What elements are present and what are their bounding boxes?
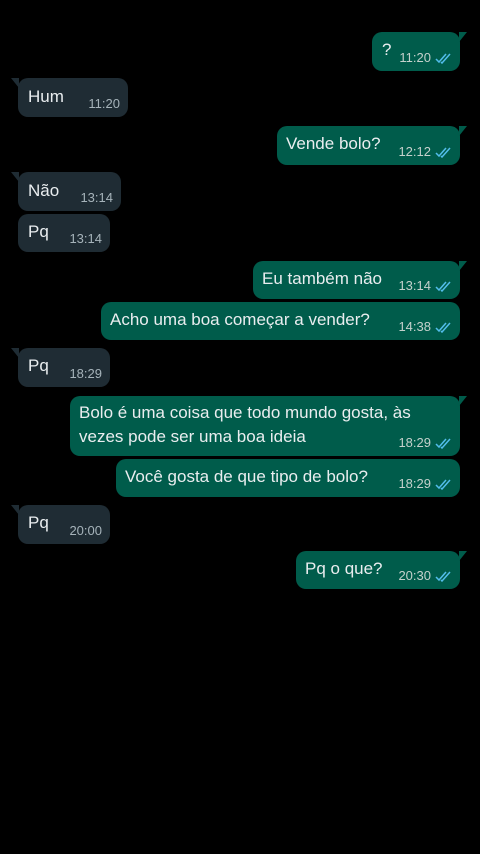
bubble-tail <box>11 78 19 88</box>
message-bubble-outgoing[interactable]: Acho uma boa começar a vender? 14:38 <box>101 302 460 340</box>
message-text: Pq <box>28 222 49 241</box>
bubble-tail <box>459 126 467 136</box>
message-text: ? <box>382 40 392 59</box>
message-bubble-incoming[interactable]: Não 13:14 <box>11 172 121 211</box>
message-bubble-incoming[interactable]: Pq 18:29 <box>11 348 110 387</box>
double-check-read-icon <box>435 322 452 333</box>
message-bubble-outgoing[interactable]: Pq o que? 20:30 <box>296 551 467 589</box>
message-time: 13:14 <box>69 231 102 246</box>
message-bubble-incoming[interactable]: Pq 20:00 <box>11 505 110 544</box>
message-text: Não <box>28 181 60 200</box>
message-meta: 13:14 <box>398 279 452 293</box>
message-meta: 20:00 <box>69 524 102 538</box>
double-check-read-icon <box>435 53 452 64</box>
message-text: Vende bolo? <box>286 134 381 153</box>
double-check-read-icon <box>435 571 452 582</box>
message-text: Pq <box>28 513 49 532</box>
message-meta: 11:20 <box>399 51 452 65</box>
message-time: 14:38 <box>398 319 431 334</box>
double-check-read-icon <box>435 281 452 292</box>
message-text: Hum <box>28 87 64 106</box>
bubble-tail <box>459 32 467 42</box>
message-time: 18:29 <box>69 366 102 381</box>
bubble-tail <box>11 505 19 515</box>
message-meta: 11:20 <box>88 97 120 111</box>
message-bubble-outgoing[interactable]: Eu também não 13:14 <box>253 261 467 299</box>
message-time: 18:29 <box>398 435 431 450</box>
message-text: Eu também não <box>262 269 383 288</box>
message-time: 12:12 <box>398 144 431 159</box>
message-bubble-outgoing[interactable]: ? 11:20 <box>372 32 467 71</box>
message-bubble-incoming[interactable]: Pq 13:14 <box>18 214 110 252</box>
message-text: Você gosta de que tipo de bolo? <box>125 467 368 486</box>
bubble-tail <box>11 172 19 182</box>
bubble-tail <box>459 396 467 406</box>
double-check-read-icon <box>435 438 452 449</box>
message-bubble-outgoing[interactable]: Bolo é uma coisa que todo mundo gosta, à… <box>70 396 467 456</box>
message-bubble-outgoing[interactable]: Você gosta de que tipo de bolo? 18:29 <box>116 459 460 497</box>
message-meta: 18:29 <box>398 436 452 450</box>
message-meta: 18:29 <box>398 477 452 491</box>
message-meta: 12:12 <box>398 145 452 159</box>
message-time: 18:29 <box>398 476 431 491</box>
message-time: 11:20 <box>88 96 120 111</box>
message-text: Pq o que? <box>305 559 383 578</box>
message-time: 20:00 <box>69 523 102 538</box>
double-check-read-icon <box>435 147 452 158</box>
message-text: Acho uma boa começar a vender? <box>110 310 370 329</box>
message-meta: 13:14 <box>69 232 102 246</box>
message-meta: 14:38 <box>398 320 452 334</box>
double-check-read-icon <box>435 479 452 490</box>
message-meta: 18:29 <box>69 367 102 381</box>
message-bubble-incoming[interactable]: Hum 11:20 <box>11 78 128 117</box>
message-meta: 20:30 <box>398 569 452 583</box>
bubble-tail <box>11 348 19 358</box>
chat-area: ? 11:20 Hum 11:20 Vende bolo? 12:12 Não <box>0 0 480 854</box>
message-time: 11:20 <box>399 50 431 65</box>
message-meta: 13:14 <box>80 191 113 205</box>
message-time: 20:30 <box>398 568 431 583</box>
bubble-tail <box>459 261 467 271</box>
message-time: 13:14 <box>80 190 113 205</box>
message-text: Pq <box>28 356 49 375</box>
message-bubble-outgoing[interactable]: Vende bolo? 12:12 <box>277 126 467 165</box>
bubble-tail <box>459 551 467 561</box>
message-time: 13:14 <box>398 278 431 293</box>
message-text: Bolo é uma coisa que todo mundo gosta, à… <box>79 403 411 446</box>
